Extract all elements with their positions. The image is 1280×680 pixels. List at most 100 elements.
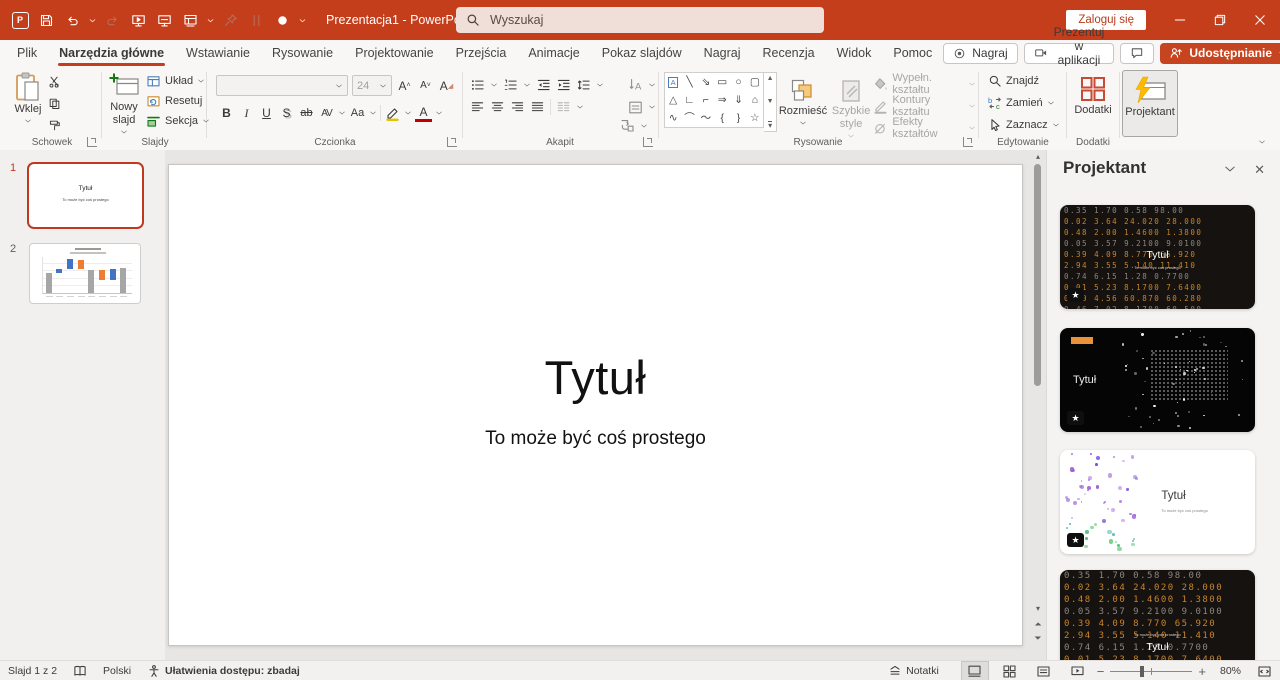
ribbon-tab-plik[interactable]: Plik xyxy=(6,40,48,66)
character-spacing-chevron[interactable] xyxy=(338,109,346,117)
font-dialog-launcher[interactable] xyxy=(447,137,457,147)
scrollbar-thumb[interactable] xyxy=(1034,164,1041,386)
accessibility-button[interactable]: Ułatwienia dostępu: zbadaj xyxy=(139,661,308,680)
vertical-scrollbar[interactable]: ▴ ▾ ⏶ ⏷ xyxy=(1032,152,1044,658)
line-spacing-chevron[interactable] xyxy=(596,81,604,89)
shapes-gallery[interactable]: A╲⇘▭○▢△∟⌐⇒⇓⌂∿⌒～{}☆ xyxy=(664,72,764,128)
record-dot-icon[interactable] xyxy=(270,8,294,32)
ribbon-tab-pomoc[interactable]: Pomoc xyxy=(882,40,943,66)
designer-suggestion-card[interactable]: TytułTo może być coś prostego★ xyxy=(1060,450,1255,554)
ribbon-tab-przejścia[interactable]: Przejścia xyxy=(445,40,518,66)
record-button[interactable]: Nagraj xyxy=(943,43,1017,64)
clear-formatting-button[interactable]: A◢ xyxy=(438,77,455,95)
shape-glyph[interactable]: ☆ xyxy=(750,113,759,124)
shape-glyph[interactable]: ⌐ xyxy=(703,95,709,106)
slide-counter[interactable]: Slajd 1 z 2 xyxy=(0,661,65,680)
ribbon-tab-animacje[interactable]: Animacje xyxy=(517,40,590,66)
zoom-thumb[interactable] xyxy=(1140,666,1144,677)
search-box[interactable] xyxy=(456,7,824,33)
shape-glyph[interactable]: ⇘ xyxy=(701,77,710,88)
powerpoint-logo-icon[interactable]: P xyxy=(8,8,32,32)
bold-button[interactable]: B xyxy=(218,104,235,122)
shape-glyph[interactable]: ∟ xyxy=(684,95,694,106)
change-case-chevron[interactable] xyxy=(369,109,377,117)
slide-2-thumbnail[interactable] xyxy=(29,243,141,304)
undo-icon[interactable] xyxy=(60,8,84,32)
present-in-teams-button[interactable]: Prezentuj w aplikacji Teams xyxy=(1024,43,1115,64)
designer-suggestion-card[interactable]: 0.35 1.70 0.58 98.000.02 3.64 24.020 28.… xyxy=(1060,570,1255,660)
ribbon-tab-nagraj[interactable]: Nagraj xyxy=(693,40,752,66)
decrease-indent-icon[interactable] xyxy=(536,78,551,92)
restore-button[interactable] xyxy=(1200,0,1240,40)
ribbon-tab-wstawianie[interactable]: Wstawianie xyxy=(175,40,261,66)
scroll-up-icon[interactable]: ▴ xyxy=(1032,152,1044,161)
view-normal-button[interactable] xyxy=(961,661,989,680)
view-slideshow-button[interactable] xyxy=(1065,662,1091,680)
zoom-out-button[interactable]: − xyxy=(1097,664,1105,679)
font-color-chevron[interactable] xyxy=(435,109,443,117)
designer-suggestion-card[interactable]: 0.35 1.70 0.58 98.000.02 3.64 24.020 28.… xyxy=(1060,205,1255,309)
search-input[interactable] xyxy=(488,12,752,28)
designer-collapse-chevron[interactable] xyxy=(1223,162,1237,176)
change-case-button[interactable]: Aa xyxy=(349,104,366,122)
justify-icon[interactable] xyxy=(530,100,545,114)
line-spacing-icon[interactable] xyxy=(576,78,591,92)
fit-to-window-button[interactable] xyxy=(1249,661,1280,680)
shape-glyph[interactable]: A xyxy=(668,77,678,88)
align-text-icon[interactable] xyxy=(628,100,643,115)
start-slideshow-icon[interactable] xyxy=(126,8,150,32)
shape-glyph[interactable]: ～ xyxy=(701,113,712,124)
underline-button[interactable]: U xyxy=(258,104,275,122)
close-button[interactable] xyxy=(1240,0,1280,40)
select-button[interactable]: Zaznacz xyxy=(988,117,1066,133)
numbering-chevron[interactable] xyxy=(523,81,531,89)
smartart-icon[interactable] xyxy=(620,118,635,133)
shape-glyph[interactable]: } xyxy=(737,113,741,124)
ribbon-tab-widok[interactable]: Widok xyxy=(826,40,883,66)
ribbon-tab-projektowanie[interactable]: Projektowanie xyxy=(344,40,445,66)
zoom-level[interactable]: 80% xyxy=(1212,661,1249,680)
shape-glyph[interactable]: ⌒ xyxy=(684,113,695,124)
font-color-button[interactable]: A xyxy=(415,104,432,122)
grow-font-button[interactable]: A˄ xyxy=(396,77,413,95)
reuse-menu-chevron[interactable] xyxy=(204,8,216,32)
shapes-more-icon[interactable]: ▾ xyxy=(768,121,772,129)
ribbon-tab-recenzja[interactable]: Recenzja xyxy=(752,40,826,66)
text-direction-icon[interactable]: A xyxy=(628,77,643,92)
strikethrough-button[interactable]: ab xyxy=(298,104,315,122)
slide-1-thumbnail[interactable]: Tytuł To może być coś prostego xyxy=(27,162,144,229)
add-ins-button[interactable]: Dodatki xyxy=(1068,66,1118,117)
next-slide-button[interactable]: ⏷ xyxy=(1032,634,1044,643)
shape-glyph[interactable]: ▢ xyxy=(750,77,760,88)
ribbon-tab-narzędzia-główne[interactable]: Narzędzia główne xyxy=(48,40,175,66)
spellcheck-button[interactable] xyxy=(65,661,95,680)
shape-glyph[interactable]: ∿ xyxy=(669,113,678,124)
view-reading-button[interactable] xyxy=(1031,662,1057,680)
shapes-gallery-scroll[interactable]: ▲ ▼ ▾ xyxy=(764,72,777,132)
save-icon[interactable] xyxy=(34,8,58,32)
align-right-icon[interactable] xyxy=(510,100,525,114)
collapse-ribbon-chevron[interactable] xyxy=(1258,138,1266,146)
font-size-select[interactable]: 24 xyxy=(352,75,392,96)
paragraph-dialog-launcher[interactable] xyxy=(643,137,653,147)
zoom-in-button[interactable]: + xyxy=(1198,664,1206,679)
shape-glyph[interactable]: ⇓ xyxy=(734,95,743,106)
replace-button[interactable]: bcZamień xyxy=(988,95,1066,111)
minimize-button[interactable] xyxy=(1160,0,1200,40)
view-sorter-button[interactable] xyxy=(997,662,1023,680)
font-name-select[interactable] xyxy=(216,75,348,96)
ribbon-tab-pokaz-slajdów[interactable]: Pokaz slajdów xyxy=(591,40,693,66)
smartart-chevron[interactable] xyxy=(640,122,648,130)
notes-button[interactable]: Notatki xyxy=(880,661,947,680)
arrange-button[interactable]: Rozmieść xyxy=(777,72,829,140)
bullets-chevron[interactable] xyxy=(490,81,498,89)
ribbon-tab-rysowanie[interactable]: Rysowanie xyxy=(261,40,344,66)
qat-menu-chevron[interactable] xyxy=(296,8,308,32)
slide-subtitle[interactable]: To może być coś prostego xyxy=(169,428,1022,450)
paste-button[interactable]: Wklej xyxy=(14,66,42,134)
section-button[interactable]: Sekcja xyxy=(146,113,210,129)
reset-button[interactable]: Resetuj xyxy=(146,93,210,109)
slide-title[interactable]: Tytuł xyxy=(169,350,1022,405)
reuse-slides-icon[interactable] xyxy=(178,8,202,32)
shape-glyph[interactable]: △ xyxy=(669,95,677,106)
